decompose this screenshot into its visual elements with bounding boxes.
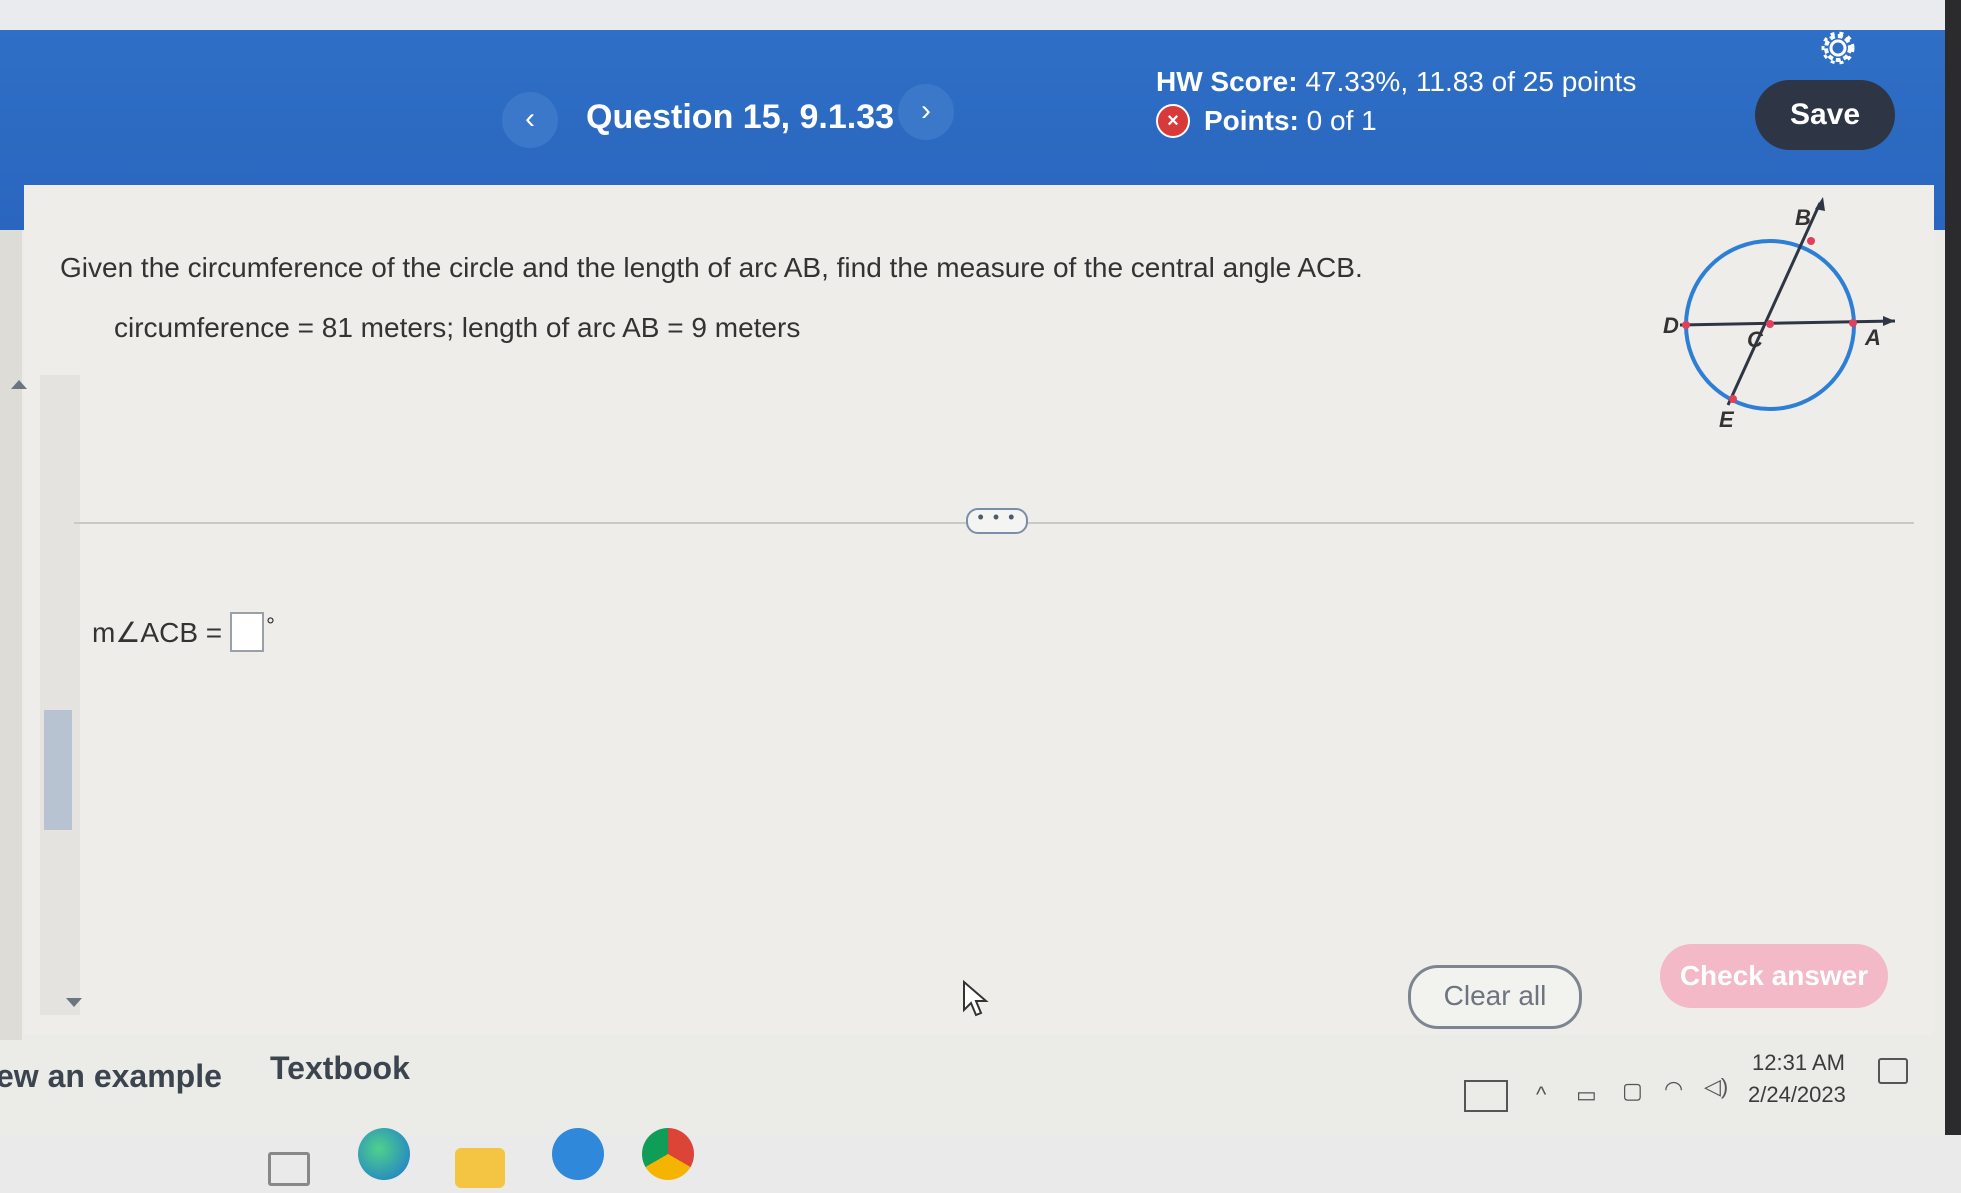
points-label: Points:	[1204, 105, 1299, 136]
chevron-left-icon: ‹	[525, 102, 535, 135]
points-status: × Points: 0 of 1	[1156, 104, 1377, 138]
scrollbar-track[interactable]	[40, 375, 80, 1015]
next-question-button[interactable]: ›	[898, 84, 954, 140]
view-example-link[interactable]: ew an example	[0, 1058, 222, 1095]
chevron-up-icon[interactable]: ^	[1536, 1082, 1546, 1108]
question-prompt: Given the circumference of the circle an…	[60, 252, 1363, 283]
screen: ‹ Question 15, 9.1.33 › HW Score: 47.33%…	[0, 0, 1945, 1135]
left-panel-edge	[0, 230, 22, 1040]
textbook-link[interactable]: Textbook	[270, 1050, 410, 1087]
degree-symbol: °	[266, 613, 275, 638]
incorrect-x-icon: ×	[1156, 104, 1190, 138]
point-d	[1682, 321, 1690, 329]
get-help-icon[interactable]	[552, 1128, 604, 1180]
battery-icon[interactable]: ▭	[1576, 1082, 1597, 1108]
scroll-up-arrow-icon[interactable]	[11, 380, 27, 389]
label-a: A	[1864, 325, 1881, 350]
chevron-right-icon: ›	[921, 94, 931, 127]
points-value: 0 of 1	[1306, 105, 1377, 136]
point-a	[1849, 319, 1857, 327]
label-c: C	[1747, 327, 1764, 352]
point-b	[1807, 237, 1815, 245]
answer-input[interactable]	[230, 612, 265, 652]
center-point-c	[1766, 320, 1774, 328]
chrome-browser-icon[interactable]	[642, 1128, 694, 1180]
diameter-line-da	[1679, 319, 1896, 327]
wifi-icon[interactable]: ◠	[1664, 1076, 1683, 1102]
scroll-down-arrow-icon[interactable]	[66, 998, 82, 1007]
expand-handle-button[interactable]: • • •	[966, 508, 1028, 534]
circle-diagram: B A D C E	[1663, 197, 1896, 432]
answer-label: m∠ACB =	[92, 616, 223, 648]
point-e	[1729, 395, 1737, 403]
clock-time[interactable]: 12:31 AM	[1752, 1050, 1845, 1076]
label-d: D	[1663, 313, 1679, 338]
label-b: B	[1795, 205, 1811, 230]
answer-row: m∠ACB = °	[92, 612, 275, 652]
notifications-icon[interactable]	[1878, 1058, 1908, 1084]
previous-question-button[interactable]: ‹	[502, 92, 558, 148]
scrollbar-thumb[interactable]	[44, 710, 72, 830]
hw-score: HW Score: 47.33%, 11.83 of 25 points	[1156, 66, 1636, 98]
task-view-icon[interactable]	[268, 1152, 310, 1186]
clock-date[interactable]: 2/24/2023	[1748, 1082, 1846, 1108]
gear-icon[interactable]	[1818, 28, 1858, 68]
news-widget-icon[interactable]	[1464, 1080, 1508, 1112]
file-explorer-icon[interactable]	[455, 1148, 505, 1188]
top-strip	[0, 0, 1945, 30]
volume-icon[interactable]: ◁)	[1704, 1074, 1728, 1100]
question-title: Question 15, 9.1.33	[586, 98, 895, 136]
arrow-a-icon	[1883, 316, 1895, 326]
edge-browser-icon[interactable]	[358, 1128, 410, 1180]
arrow-b-icon	[1815, 197, 1825, 211]
mouse-pointer-icon	[963, 980, 989, 1017]
check-answer-button[interactable]: Check answer	[1660, 944, 1888, 1008]
diameter-line-eb	[1726, 202, 1822, 406]
given-values: circumference = 81 meters; length of arc…	[114, 312, 801, 343]
camera-icon[interactable]: ▢	[1622, 1078, 1643, 1104]
save-button[interactable]: Save	[1755, 80, 1895, 150]
hw-score-label: HW Score:	[1156, 66, 1298, 97]
clear-all-button[interactable]: Clear all	[1408, 965, 1582, 1029]
label-e: E	[1719, 407, 1735, 432]
hw-score-value: 47.33%, 11.83 of 25 points	[1305, 66, 1637, 97]
